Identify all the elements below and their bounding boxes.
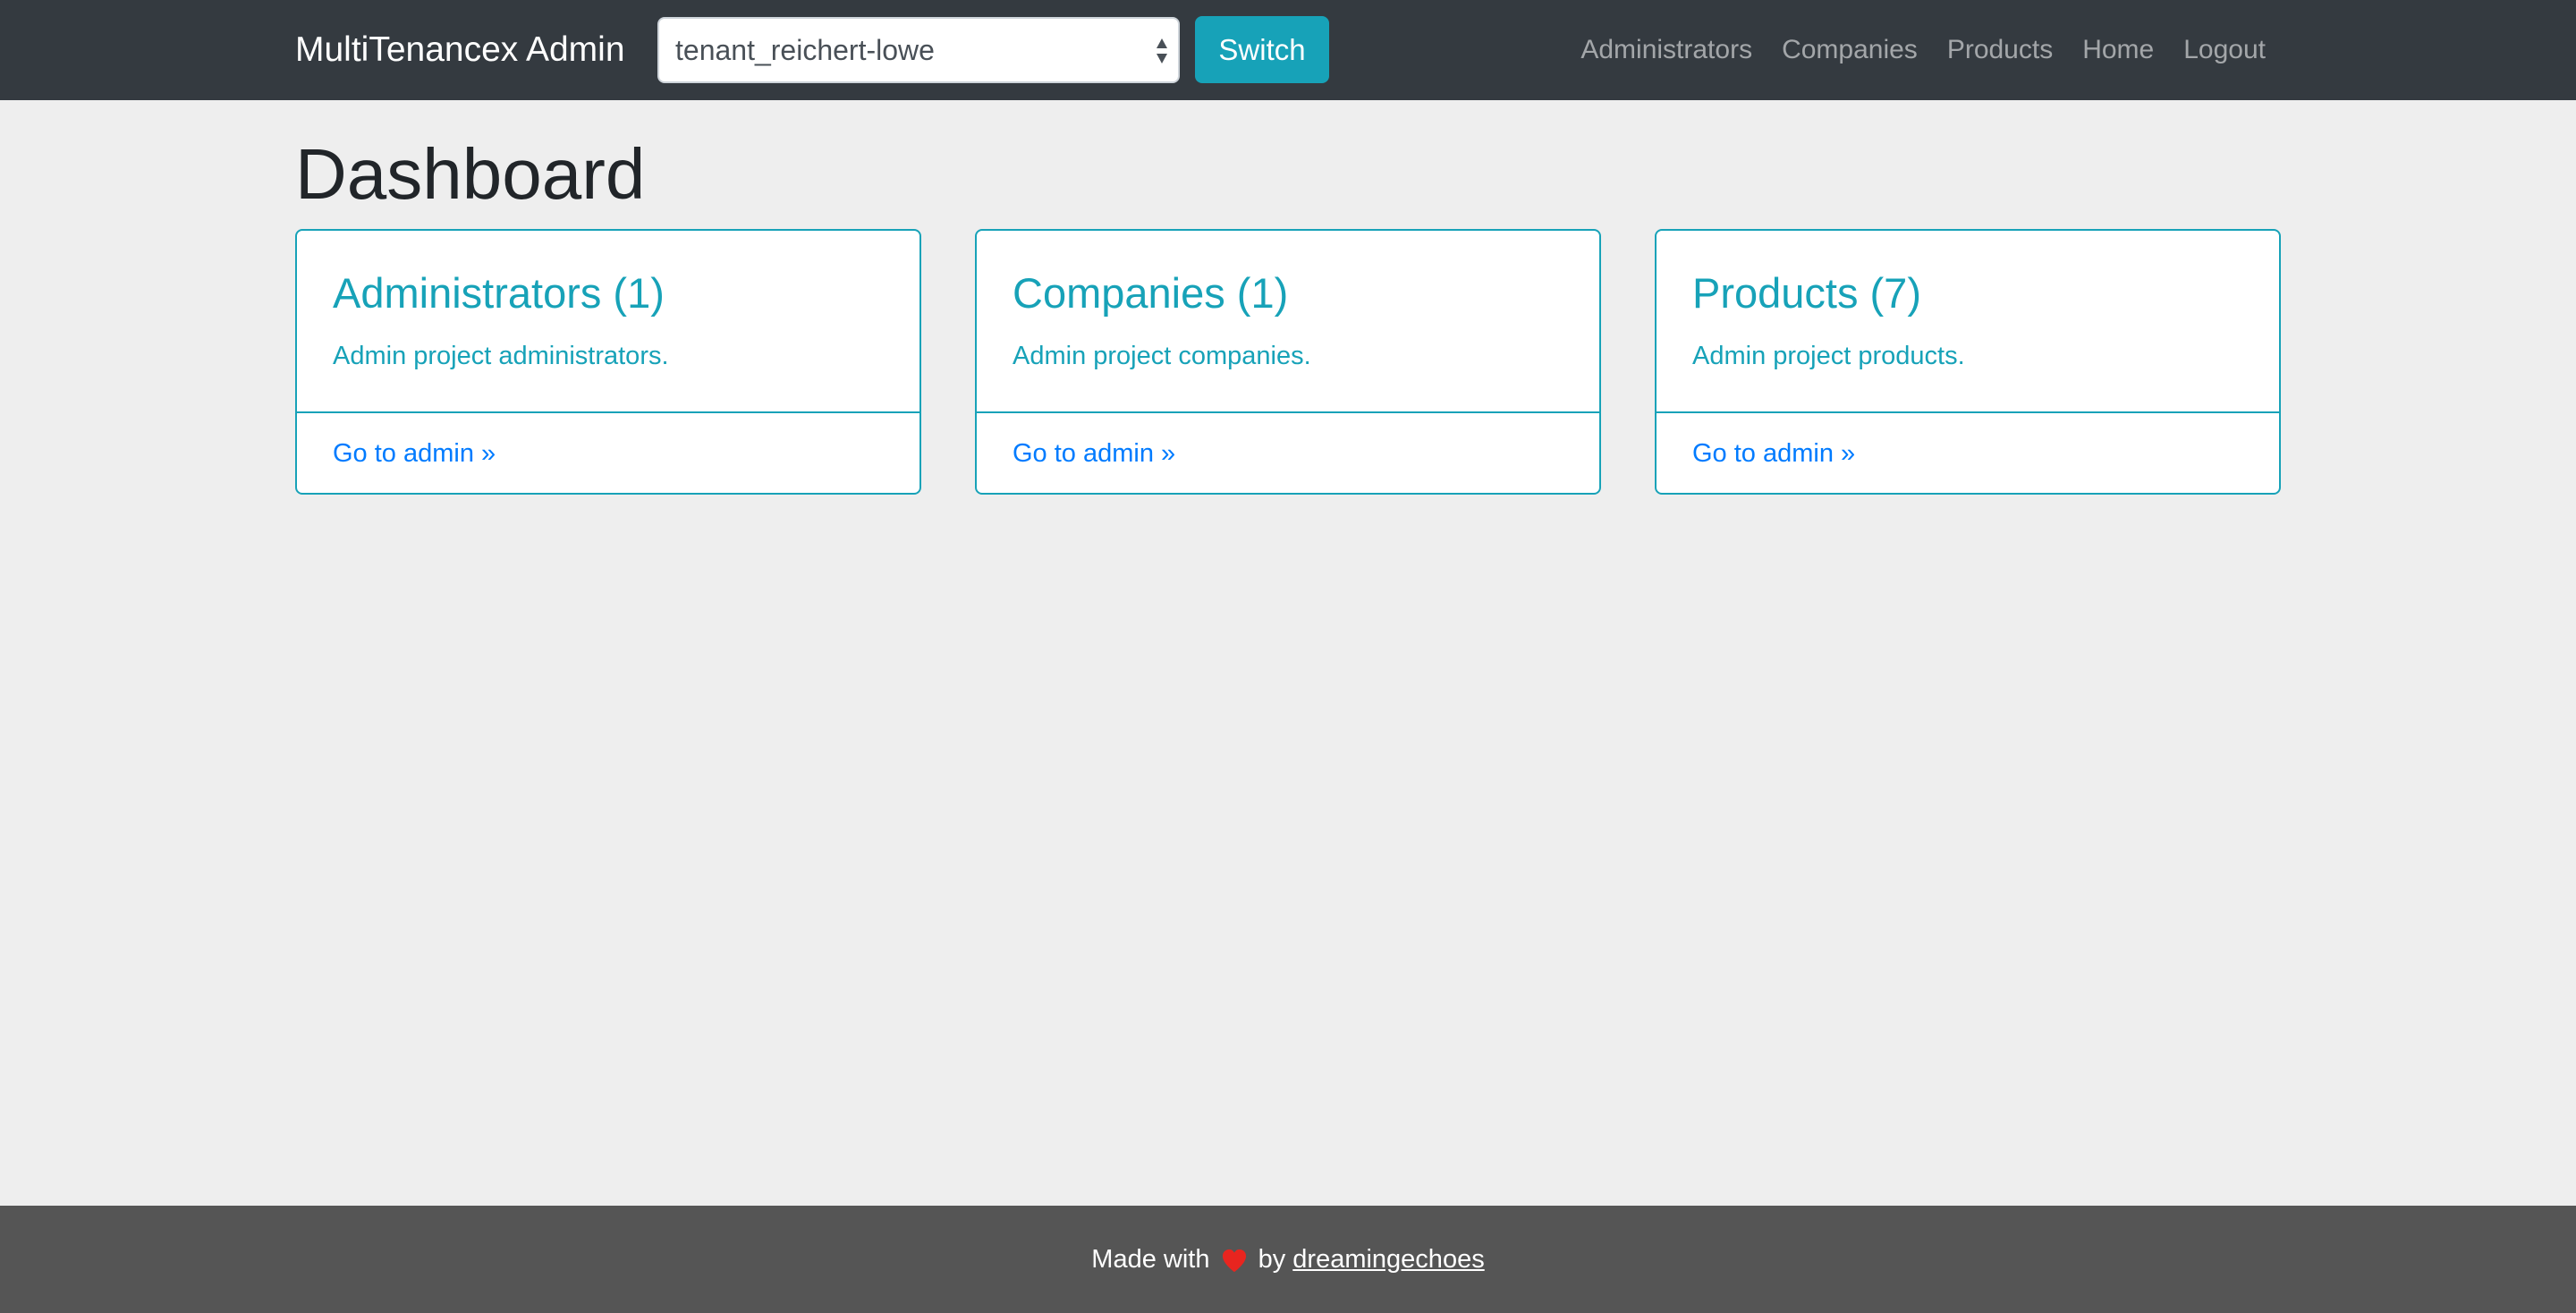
page-title: Dashboard	[295, 134, 646, 214]
nav-links: Administrators Companies Products Home L…	[1580, 25, 2266, 75]
nav-link-products[interactable]: Products	[1947, 25, 2053, 75]
footer-made-with: Made with	[1091, 1245, 1210, 1274]
brand-link[interactable]: MultiTenancex Admin	[295, 25, 625, 75]
footer-by: by	[1258, 1245, 1286, 1274]
select-updown-arrows-icon	[1157, 38, 1167, 64]
tenant-select-value: tenant_reichert-lowe	[675, 34, 935, 66]
tenant-select[interactable]: tenant_reichert-lowe	[657, 17, 1180, 83]
card-body: Products (7) Admin project products.	[1657, 231, 2279, 411]
site-footer: Made with by dreamingechoes	[0, 1206, 2576, 1313]
card-footer: Go to admin »	[1657, 411, 2279, 493]
card-title: Companies (1)	[1013, 269, 1289, 317]
nav-link-logout[interactable]: Logout	[2183, 25, 2266, 75]
go-to-admin-link[interactable]: Go to admin »	[1692, 433, 1855, 474]
go-to-admin-link[interactable]: Go to admin »	[1013, 433, 1175, 474]
go-to-admin-link[interactable]: Go to admin »	[333, 433, 496, 474]
card-products: Products (7) Admin project products. Go …	[1655, 229, 2281, 495]
switch-tenant-button[interactable]: Switch	[1195, 16, 1329, 83]
card-description: Admin project administrators.	[333, 342, 669, 370]
card-companies: Companies (1) Admin project companies. G…	[975, 229, 1601, 495]
card-administrators: Administrators (1) Admin project adminis…	[295, 229, 921, 495]
card-footer: Go to admin »	[297, 411, 919, 493]
card-title: Administrators (1)	[333, 269, 665, 317]
card-description: Admin project products.	[1692, 342, 1965, 370]
heart-icon	[1222, 1249, 1246, 1273]
card-title: Products (7)	[1692, 269, 1921, 317]
card-description: Admin project companies.	[1013, 342, 1311, 370]
card-footer: Go to admin »	[977, 411, 1599, 493]
card-body: Companies (1) Admin project companies.	[977, 231, 1599, 411]
nav-link-companies[interactable]: Companies	[1782, 25, 1918, 75]
author-link[interactable]: dreamingechoes	[1292, 1245, 1484, 1274]
top-navbar: MultiTenancex Admin tenant_reichert-lowe…	[0, 0, 2576, 100]
nav-link-home[interactable]: Home	[2082, 25, 2154, 75]
card-body: Administrators (1) Admin project adminis…	[297, 231, 919, 411]
nav-link-administrators[interactable]: Administrators	[1580, 25, 1752, 75]
